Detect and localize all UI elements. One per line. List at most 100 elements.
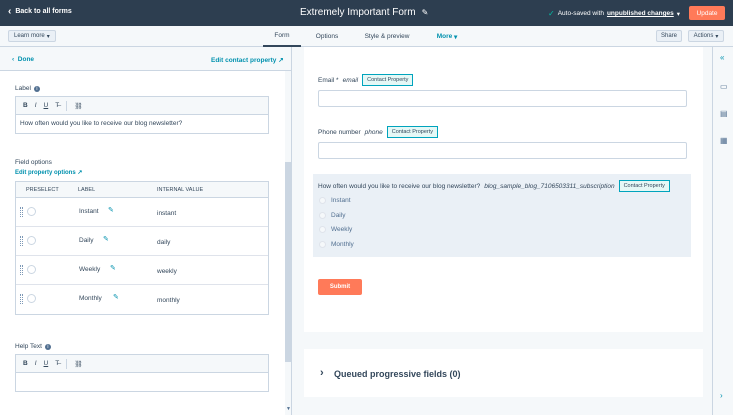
chevron-right-icon[interactable]: › [720, 391, 723, 400]
radio-option[interactable]: Instant [319, 197, 351, 204]
bold-icon[interactable]: B [23, 360, 28, 367]
form-title-area[interactable]: Extremely Important Form ✎ [300, 7, 428, 18]
preselect-radio[interactable] [27, 294, 36, 303]
info-icon[interactable]: i [44, 343, 51, 350]
option-internal-value: weekly [157, 268, 177, 275]
scroll-down-icon[interactable]: ▼ [286, 406, 291, 412]
field-options-caption: Field options [15, 159, 52, 166]
preselect-radio[interactable] [27, 207, 36, 216]
option-label[interactable]: Daily [79, 237, 93, 244]
drag-handle-icon[interactable] [20, 294, 23, 304]
preselect-radio[interactable] [27, 236, 36, 245]
right-sidebar-rail: « ▭ ▤ ▦ › [712, 47, 733, 415]
radio-circle [319, 197, 326, 204]
selected-question-field[interactable]: How often would you like to receive our … [313, 174, 691, 257]
email-internal-name: email [342, 76, 359, 84]
phone-field-label[interactable]: Phone number phone Contact Property [318, 126, 438, 138]
form-title: Extremely Important Form [300, 7, 416, 18]
label-header: LABEL [78, 187, 96, 193]
radio-option[interactable]: Daily [319, 212, 345, 219]
radio-option[interactable]: Weekly [319, 226, 352, 233]
link-icon[interactable]: ⛓ [74, 102, 82, 110]
question-label: How often would you like to receive our … [318, 182, 481, 190]
option-label[interactable]: Weekly [79, 266, 100, 273]
caret-down-icon: ▾ [454, 33, 458, 41]
underline-icon[interactable]: U [44, 360, 49, 367]
label-caption-text: Label [15, 85, 31, 92]
tab-style-preview[interactable]: Style & preview [357, 26, 417, 47]
more-label: More [436, 33, 453, 40]
info-icon[interactable]: i [33, 85, 40, 92]
edit-property-options-link[interactable]: Edit property options ↗ [15, 169, 82, 176]
bold-icon[interactable]: B [23, 102, 28, 109]
caret-down-icon: ▾ [715, 33, 719, 40]
clear-format-icon[interactable]: T̶ [55, 360, 59, 367]
italic-icon[interactable]: I [35, 102, 37, 109]
radio-option[interactable]: Monthly [319, 241, 354, 248]
layout-icon[interactable]: ▤ [720, 109, 728, 118]
pencil-icon[interactable]: ✎ [110, 264, 116, 272]
option-label[interactable]: Monthly [79, 295, 102, 302]
contact-property-badge: Contact Property [362, 74, 414, 86]
phone-input-preview[interactable] [318, 142, 687, 159]
edit-contact-property-label: Edit contact property [211, 57, 277, 64]
submit-button[interactable]: Submit [318, 279, 362, 295]
top-bar: ‹ Back to all forms Extremely Important … [0, 0, 733, 26]
queued-progressive-fields[interactable]: › Queued progressive fields (0) [304, 349, 703, 397]
label-input[interactable]: How often would you like to receive our … [16, 115, 268, 133]
back-to-forms-link[interactable]: ‹ Back to all forms [8, 7, 72, 17]
phone-internal-name: phone [364, 128, 383, 136]
internal-value-header: INTERNAL VALUE [157, 187, 204, 193]
link-icon[interactable]: ⛓ [74, 360, 82, 368]
help-text-caption: Help Text i [15, 343, 51, 350]
clear-format-icon[interactable]: T̶ [55, 102, 59, 109]
pencil-icon[interactable]: ✎ [103, 235, 109, 243]
done-link[interactable]: ‹ Done [12, 56, 34, 63]
radio-option-label: Monthly [331, 241, 354, 248]
done-label: Done [17, 56, 35, 63]
underline-icon[interactable]: U [44, 102, 49, 109]
chevron-right-icon: › [320, 367, 324, 379]
caret-down-icon[interactable]: ▾ [677, 10, 680, 18]
actions-button[interactable]: Actions ▾ [688, 30, 724, 42]
form-preview: Email * email Contact Property Phone num… [293, 47, 712, 415]
radio-circle [319, 212, 326, 219]
question-field-label: How often would you like to receive our … [318, 180, 670, 192]
italic-icon[interactable]: I [35, 360, 37, 367]
caret-down-icon: ▾ [46, 33, 50, 40]
double-chevron-left-icon[interactable]: « [720, 53, 724, 62]
share-button[interactable]: Share [656, 30, 682, 42]
chat-icon[interactable]: ▭ [720, 82, 728, 91]
pencil-icon[interactable]: ✎ [422, 8, 429, 17]
email-field-label[interactable]: Email * email Contact Property [318, 74, 414, 86]
pencil-icon[interactable]: ✎ [108, 206, 114, 214]
option-internal-value: monthly [157, 297, 180, 304]
learn-more-button[interactable]: Learn more ▾ [8, 30, 56, 42]
tab-form[interactable]: Form [263, 26, 301, 47]
radio-option-label: Weekly [331, 226, 353, 233]
email-input-preview[interactable] [318, 90, 687, 107]
unpublished-changes-link[interactable]: unpublished changes [607, 10, 674, 17]
option-label[interactable]: Instant [79, 208, 99, 215]
radio-circle [319, 226, 326, 233]
drag-handle-icon[interactable] [20, 265, 23, 275]
help-text-input[interactable] [16, 373, 268, 391]
edit-contact-property-link[interactable]: Edit contact property ↗ [211, 56, 284, 64]
field-options-table: PRESELECT LABEL INTERNAL VALUE Instant ✎… [15, 181, 269, 315]
drag-handle-icon[interactable] [20, 236, 23, 246]
drag-handle-icon[interactable] [20, 207, 23, 217]
external-link-icon: ↗ [77, 170, 83, 176]
tab-more[interactable]: More ▾ [430, 26, 464, 47]
panel-header: ‹ Done Edit contact property ↗ [0, 47, 291, 71]
tab-options[interactable]: Options [306, 26, 348, 47]
calendar-icon[interactable]: ▦ [720, 136, 728, 145]
learn-more-label: Learn more [14, 33, 45, 39]
back-label: Back to all forms [15, 8, 72, 15]
option-internal-value: daily [157, 239, 171, 246]
queued-progressive-fields-label: Queued progressive fields (0) [334, 369, 461, 379]
radio-option-label: Instant [331, 197, 351, 204]
update-button[interactable]: Update [689, 6, 725, 20]
scrollbar-thumb[interactable] [285, 162, 291, 362]
pencil-icon[interactable]: ✎ [113, 293, 119, 301]
preselect-radio[interactable] [27, 265, 36, 274]
